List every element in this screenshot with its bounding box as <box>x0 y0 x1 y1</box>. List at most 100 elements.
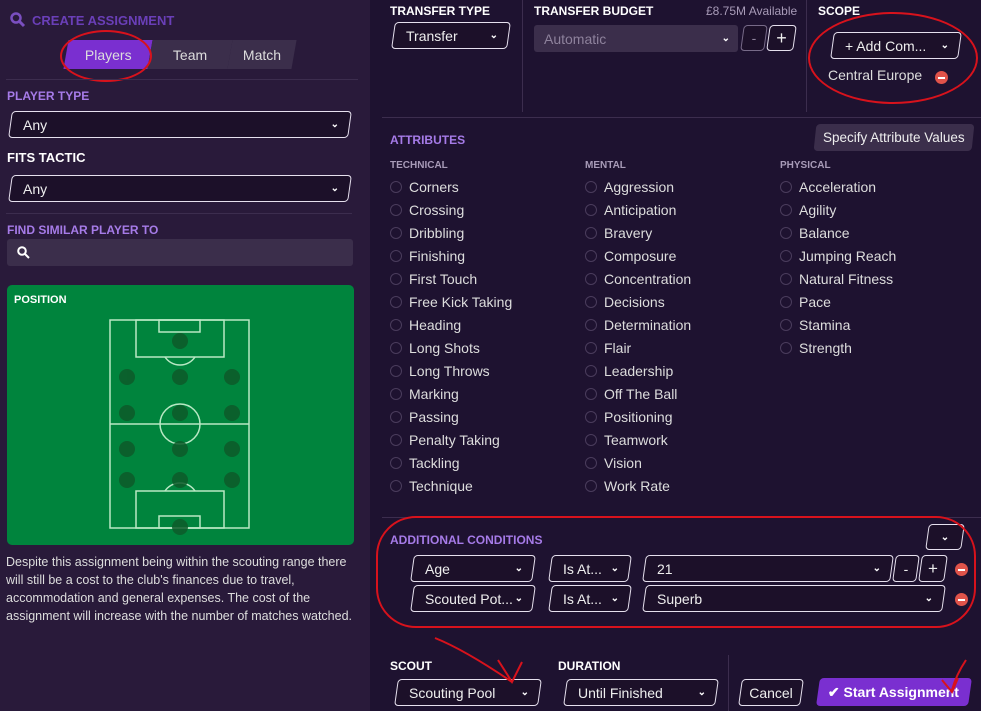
attribute-checkbox[interactable]: Technique <box>390 478 473 494</box>
attribute-label: Agility <box>799 202 837 218</box>
position-slot[interactable] <box>224 441 240 457</box>
attribute-label: Passing <box>409 409 459 425</box>
budget-decrease-button[interactable]: - <box>740 25 768 51</box>
checkbox-icon <box>390 388 402 400</box>
attribute-checkbox[interactable]: Tackling <box>390 455 460 471</box>
attribute-checkbox[interactable]: Aggression <box>585 179 674 195</box>
checkbox-icon <box>780 296 792 308</box>
attribute-checkbox[interactable]: Vision <box>585 455 642 471</box>
attribute-label: Vision <box>604 455 642 471</box>
attribute-label: Marking <box>409 386 459 402</box>
checkbox-icon <box>390 273 402 285</box>
transfer-budget-select[interactable]: Automatic ⌄ <box>534 25 738 52</box>
divider <box>6 213 352 214</box>
red-annotation <box>60 30 152 82</box>
attribute-checkbox[interactable]: Long Throws <box>390 363 490 379</box>
checkbox-icon <box>585 342 597 354</box>
pitch-diagram <box>109 319 250 535</box>
attribute-checkbox[interactable]: First Touch <box>390 271 477 287</box>
attribute-checkbox[interactable]: Marking <box>390 386 459 402</box>
position-slot[interactable] <box>224 472 240 488</box>
position-slot[interactable] <box>172 519 188 535</box>
attribute-checkbox[interactable]: Teamwork <box>585 432 668 448</box>
search-icon <box>10 12 26 28</box>
position-slot[interactable] <box>172 441 188 457</box>
checkbox-icon <box>585 365 597 377</box>
find-similar-label: FIND SIMILAR PLAYER TO <box>7 223 159 237</box>
attribute-checkbox[interactable]: Work Rate <box>585 478 670 494</box>
attribute-label: Long Shots <box>409 340 480 356</box>
attribute-label: Bravery <box>604 225 653 241</box>
attribute-checkbox[interactable]: Corners <box>390 179 459 195</box>
attribute-checkbox[interactable]: Jumping Reach <box>780 248 896 264</box>
attribute-checkbox[interactable]: Passing <box>390 409 459 425</box>
attribute-checkbox[interactable]: Anticipation <box>585 202 676 218</box>
position-slot[interactable] <box>119 405 135 421</box>
attribute-checkbox[interactable]: Heading <box>390 317 461 333</box>
position-slot[interactable] <box>172 333 188 349</box>
attribute-checkbox[interactable]: Determination <box>585 317 691 333</box>
attribute-checkbox[interactable]: Pace <box>780 294 831 310</box>
attribute-checkbox[interactable]: Positioning <box>585 409 673 425</box>
divider <box>522 0 523 112</box>
attribute-checkbox[interactable]: Agility <box>780 202 836 218</box>
position-slot[interactable] <box>172 369 188 385</box>
attribute-label: Concentration <box>604 271 692 287</box>
position-slot[interactable] <box>119 441 135 457</box>
attribute-checkbox[interactable]: Off The Ball <box>585 386 677 402</box>
find-similar-input[interactable] <box>7 239 353 266</box>
attribute-label: Dribbling <box>409 225 465 241</box>
fits-tactic-select[interactable]: Any ⌄ <box>8 175 352 202</box>
chevron-down-icon: ⌄ <box>330 183 339 194</box>
attribute-checkbox[interactable]: Concentration <box>585 271 691 287</box>
attribute-checkbox[interactable]: Dribbling <box>390 225 464 241</box>
attribute-group-label: TECHNICAL <box>390 160 448 171</box>
attribute-label: First Touch <box>409 271 478 287</box>
attribute-checkbox[interactable]: Bravery <box>585 225 652 241</box>
checkbox-icon <box>390 480 402 492</box>
attribute-checkbox[interactable]: Leadership <box>585 363 673 379</box>
select-value: Automatic <box>544 30 607 47</box>
select-value: Any <box>23 116 48 133</box>
player-type-label: PLAYER TYPE <box>7 89 90 103</box>
position-slot[interactable] <box>119 369 135 385</box>
cost-note: Despite this assignment being within the… <box>6 555 352 623</box>
attribute-checkbox[interactable]: Crossing <box>390 202 464 218</box>
checkbox-icon <box>390 434 402 446</box>
attribute-label: Composure <box>604 248 677 264</box>
position-slot[interactable] <box>224 405 240 421</box>
attribute-label: Stamina <box>799 317 851 333</box>
position-slot[interactable] <box>172 405 188 421</box>
attribute-checkbox[interactable]: Decisions <box>585 294 665 310</box>
position-slot[interactable] <box>119 472 135 488</box>
attribute-checkbox[interactable]: Strength <box>780 340 852 356</box>
attribute-checkbox[interactable]: Finishing <box>390 248 465 264</box>
tab-match[interactable]: Match <box>227 40 297 69</box>
attribute-group-label: PHYSICAL <box>780 160 831 171</box>
tab-team[interactable]: Team <box>147 40 233 69</box>
attribute-checkbox[interactable]: Acceleration <box>780 179 876 195</box>
attribute-checkbox[interactable]: Natural Fitness <box>780 271 893 287</box>
attribute-checkbox[interactable]: Penalty Taking <box>390 432 500 448</box>
attribute-label: Acceleration <box>799 179 877 195</box>
budget-increase-button[interactable]: + <box>766 25 797 51</box>
position-slot[interactable] <box>224 369 240 385</box>
divider <box>6 79 358 80</box>
red-annotation <box>376 516 976 628</box>
tab-label: Team <box>172 46 208 63</box>
attribute-checkbox[interactable]: Free Kick Taking <box>390 294 512 310</box>
specify-attribute-values-button[interactable]: Specify Attribute Values <box>813 124 975 151</box>
transfer-type-select[interactable]: Transfer ⌄ <box>391 22 511 49</box>
attribute-checkbox[interactable]: Long Shots <box>390 340 480 356</box>
attribute-checkbox[interactable]: Balance <box>780 225 850 241</box>
chevron-down-icon: ⌄ <box>721 33 730 44</box>
attribute-label: Technique <box>409 478 473 494</box>
checkbox-icon <box>390 411 402 423</box>
checkbox-icon <box>585 319 597 331</box>
attribute-checkbox[interactable]: Composure <box>585 248 676 264</box>
attribute-checkbox[interactable]: Stamina <box>780 317 850 333</box>
select-value: Transfer <box>406 27 458 44</box>
attribute-checkbox[interactable]: Flair <box>585 340 631 356</box>
player-type-select[interactable]: Any ⌄ <box>8 111 352 138</box>
position-slot[interactable] <box>172 472 188 488</box>
